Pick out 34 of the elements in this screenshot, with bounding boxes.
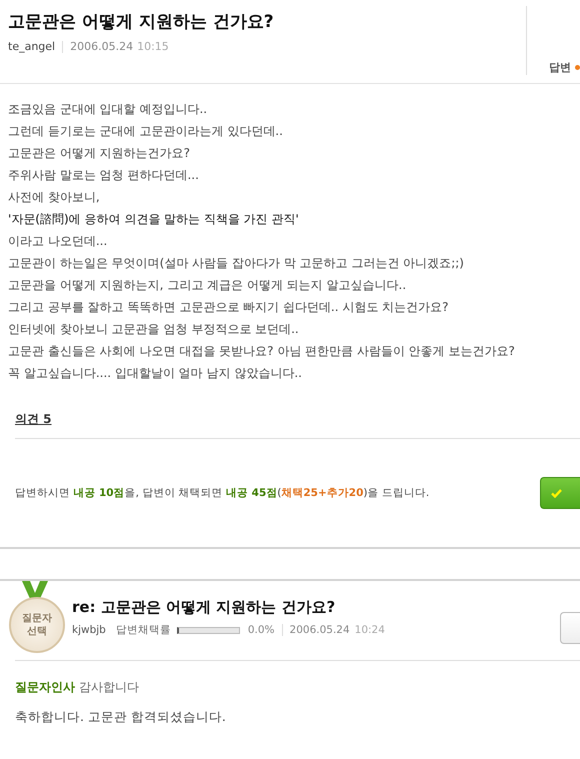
chosen-medal: 질문자 선택: [9, 597, 65, 653]
question-text-line: 그리고 공부를 잘하고 똑똑하면 고문관으로 빠지기 쉽다던데.. 시험도 치는건가요?: [8, 299, 450, 316]
question-text-line: 조금있음 군대에 입대할 예정입니다..: [8, 101, 208, 118]
greeting-text: 감사합니다: [79, 680, 139, 694]
question-text-line: 인터넷에 찾아보니 고문관을 엄청 부정적으로 보던데..: [8, 321, 300, 338]
question-text-line: 고문관이 하는일은 무엇이며(설마 사람들 잡아다가 막 고문하고 그러는건 아니겠죠;;): [8, 255, 465, 272]
question-text-line: 고문관은 어떻게 지원하는건가요?: [8, 145, 191, 162]
post-time: 10:15: [137, 40, 169, 53]
question-text-line: '자문(諮問)에 응하여 의견을 말하는 직책을 가진 관직': [8, 211, 300, 228]
rate-value: 0.0%: [248, 624, 275, 636]
question-title: 고문관은 어떻게 지원하는 건가요?: [8, 11, 275, 34]
answer-label: 답변: [549, 60, 571, 75]
question-text-line: 그런데 듣기로는 군대에 고문관이라는게 있다던데..: [8, 123, 284, 140]
question-text-line: 이라고 나오던데...: [8, 233, 108, 250]
question-text-line: 꼭 알고싶습니다.... 입대할날이 얼마 남지 않았습니다..: [8, 365, 303, 382]
answer-button[interactable]: [540, 477, 580, 509]
answer-title: re: 고문관은 어떻게 지원하는 건가요?: [72, 597, 336, 617]
answer-text: 축하합니다. 고문관 합격되셨습니다.: [15, 709, 227, 726]
question-text-line: 주위사람 말로는 엄청 편하다던데...: [8, 167, 200, 184]
post-date: 2006.05.24: [70, 40, 134, 53]
dot-icon: [575, 65, 580, 70]
author-name[interactable]: te_angel: [8, 40, 56, 53]
question-text-line: 고문관 출신들은 사회에 나오면 대접을 못받나요? 아님 편한만큼 사람들이 안좋게 보는건가요?: [8, 343, 516, 360]
opinions-link[interactable]: 의견 5: [15, 412, 52, 426]
question-text-line: 고문관을 어떻게 지원하는지, 그리고 계급은 어떻게 되는지 알고싶습니다..: [8, 277, 408, 294]
post-time: 10:24: [354, 624, 385, 636]
greeting-label: 질문자인사: [15, 680, 75, 694]
question-text-line: 사전에 찾아보니,: [8, 189, 101, 206]
reward-notice: 답변하시면 내공 10점을, 답변이 채택되면 내공 45점(채택25+추가20)을 드립니다.: [15, 486, 430, 500]
rate-label: 답변채택률: [116, 623, 171, 637]
post-date: 2006.05.24: [290, 624, 350, 636]
check-icon: [551, 488, 562, 498]
author-name[interactable]: kjwbjb: [72, 624, 106, 636]
side-button[interactable]: [560, 612, 580, 644]
